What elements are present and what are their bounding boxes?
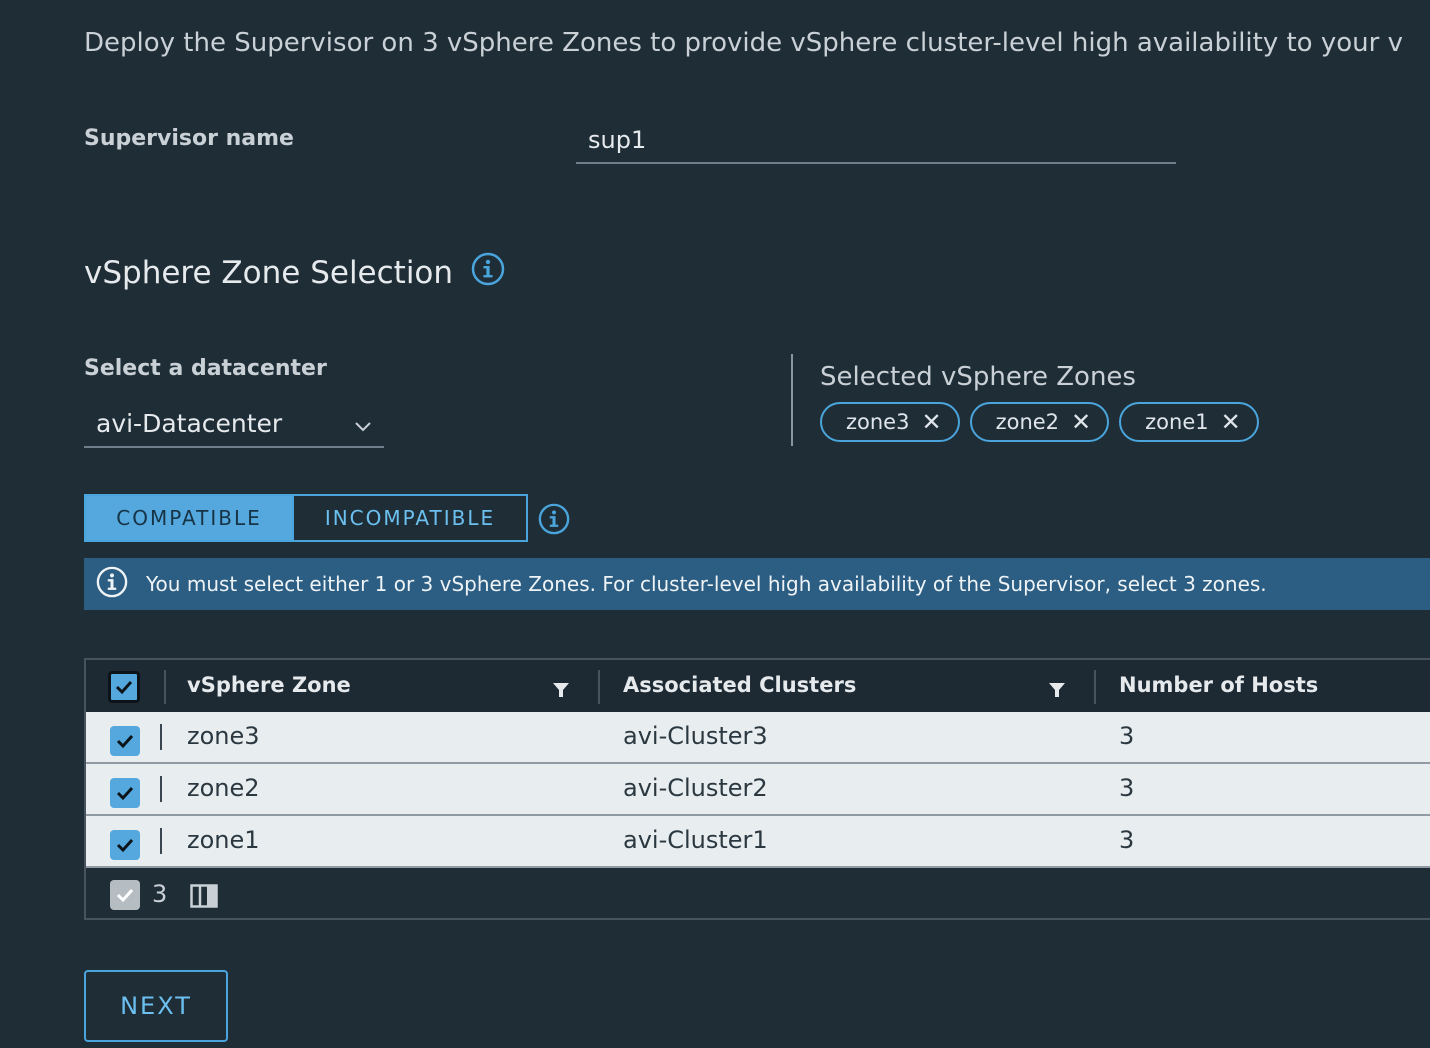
info-icon[interactable] xyxy=(471,252,505,294)
select-all-checkbox[interactable] xyxy=(108,671,140,703)
info-icon xyxy=(96,566,128,603)
close-icon[interactable]: ✕ xyxy=(1071,410,1091,434)
cell-zone: zone1 xyxy=(187,826,260,854)
cell-hosts: 3 xyxy=(1119,774,1135,802)
column-separator xyxy=(1094,670,1096,704)
zone-chip: zone3 ✕ xyxy=(820,402,960,442)
chevron-down-icon xyxy=(354,409,372,438)
selected-count: 3 xyxy=(152,880,168,908)
datacenter-select[interactable]: avi-Datacenter xyxy=(84,400,384,448)
zone-selection-title: vSphere Zone Selection xyxy=(84,255,454,291)
row-checkbox[interactable] xyxy=(110,830,140,860)
datacenter-label: Select a datacenter xyxy=(84,356,327,381)
filter-icon[interactable] xyxy=(552,682,570,702)
zone-chip-label: zone3 xyxy=(846,410,910,434)
row-checkbox[interactable] xyxy=(110,726,140,756)
supervisor-name-label: Supervisor name xyxy=(84,126,294,151)
cell-cluster: avi-Cluster2 xyxy=(623,774,768,802)
info-alert: You must select either 1 or 3 vSphere Zo… xyxy=(84,558,1430,610)
column-toggle-icon[interactable] xyxy=(190,884,218,912)
zones-table: vSphere Zone Associated Clusters Number … xyxy=(84,658,1430,920)
zone-chip-label: zone2 xyxy=(995,410,1060,434)
filter-icon[interactable] xyxy=(1048,682,1066,702)
row-separator xyxy=(160,776,162,802)
column-header-clusters[interactable]: Associated Clusters xyxy=(623,673,856,697)
checkmark-icon xyxy=(116,888,134,903)
tab-compatible[interactable]: COMPATIBLE xyxy=(84,494,294,542)
alert-text: You must select either 1 or 3 vSphere Zo… xyxy=(146,572,1267,596)
column-header-hosts[interactable]: Number of Hosts xyxy=(1119,673,1318,697)
datacenter-value: avi-Datacenter xyxy=(96,408,283,438)
column-header-zone[interactable]: vSphere Zone xyxy=(187,673,351,697)
checkmark-icon xyxy=(116,838,134,853)
close-icon[interactable]: ✕ xyxy=(921,410,941,434)
table-header: vSphere Zone Associated Clusters Number … xyxy=(86,660,1430,712)
selected-zones-label: Selected vSphere Zones xyxy=(820,362,1136,392)
checkmark-icon xyxy=(116,734,134,749)
column-separator xyxy=(598,670,600,704)
cell-hosts: 3 xyxy=(1119,826,1135,854)
section-divider xyxy=(791,354,793,446)
intro-text: Deploy the Supervisor on 3 vSphere Zones… xyxy=(84,28,1403,58)
table-row[interactable]: zone2 avi-Cluster2 3 xyxy=(86,764,1430,816)
cell-zone: zone3 xyxy=(187,722,260,750)
checkmark-icon xyxy=(115,680,133,695)
info-icon[interactable] xyxy=(538,503,570,539)
row-checkbox[interactable] xyxy=(110,778,140,808)
cell-hosts: 3 xyxy=(1119,722,1135,750)
cell-zone: zone2 xyxy=(187,774,260,802)
compatibility-toggle: COMPATIBLE INCOMPATIBLE xyxy=(84,494,528,542)
zone-chip-label: zone1 xyxy=(1145,410,1209,434)
selected-zones-chips: zone3 ✕ zone2 ✕ zone1 ✕ xyxy=(820,402,1259,442)
row-separator xyxy=(160,724,162,750)
checkmark-icon xyxy=(116,786,134,801)
cell-cluster: avi-Cluster3 xyxy=(623,722,768,750)
supervisor-name-input[interactable] xyxy=(576,118,1176,164)
column-separator xyxy=(164,670,166,704)
cell-cluster: avi-Cluster1 xyxy=(623,826,768,854)
zone-chip: zone2 ✕ xyxy=(969,402,1110,442)
selection-count-checkbox xyxy=(110,880,140,910)
table-footer: 3 xyxy=(86,868,1430,922)
close-icon[interactable]: ✕ xyxy=(1221,410,1241,434)
zone-chip: zone1 ✕ xyxy=(1119,402,1259,442)
table-row[interactable]: zone3 avi-Cluster3 3 xyxy=(86,712,1430,764)
tab-incompatible[interactable]: INCOMPATIBLE xyxy=(294,494,528,542)
zone-selection-heading: vSphere Zone Selection xyxy=(84,252,505,294)
table-row[interactable]: zone1 avi-Cluster1 3 xyxy=(86,816,1430,868)
next-button[interactable]: NEXT xyxy=(84,970,228,1042)
row-separator xyxy=(160,828,162,854)
